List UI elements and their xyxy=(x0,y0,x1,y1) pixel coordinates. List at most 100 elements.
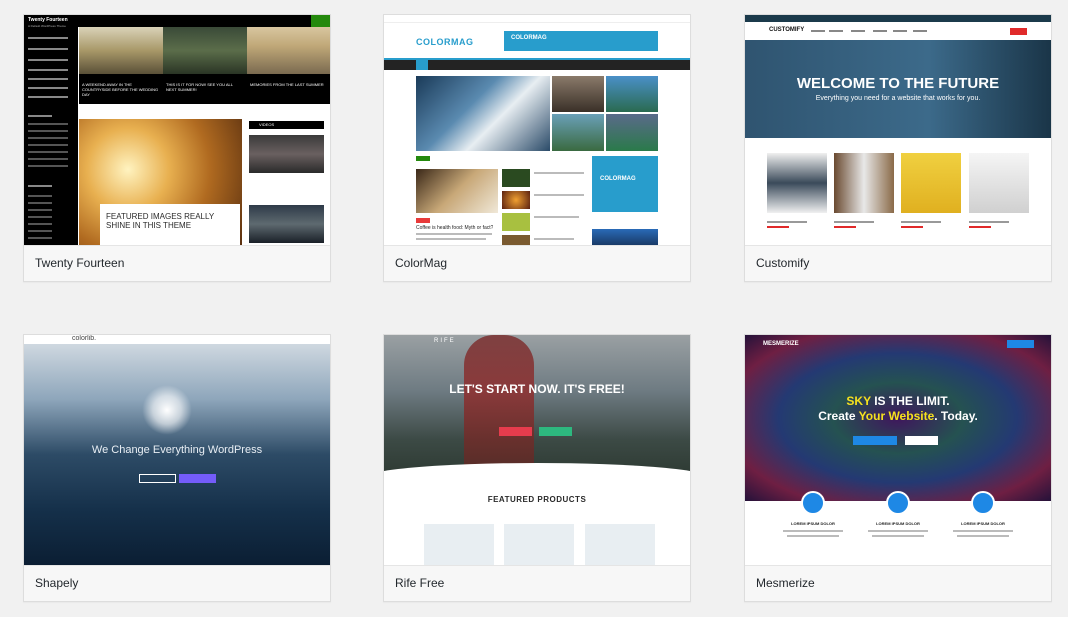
product-card xyxy=(585,524,655,565)
theme-name: Rife Free xyxy=(384,565,690,601)
sidebar-line xyxy=(28,144,68,146)
post-thumbnail xyxy=(606,76,658,112)
site-logo: MESMERIZE xyxy=(763,341,799,347)
rating-stars xyxy=(834,226,856,228)
nav-item xyxy=(893,30,907,32)
product-image xyxy=(767,153,827,213)
small-thumbnail xyxy=(502,213,530,231)
post-title-box: FEATURED IMAGES REALLY SHINE IN THIS THE… xyxy=(100,204,240,245)
site-logo: COLORMAG xyxy=(416,37,474,47)
sidebar-image xyxy=(592,229,658,245)
sidebar-line xyxy=(28,130,68,132)
top-bar xyxy=(745,15,1051,22)
sidebar-menu-item xyxy=(28,87,68,89)
featured-tile-image xyxy=(79,27,163,74)
post-image xyxy=(416,169,498,213)
small-thumbnail xyxy=(502,191,530,209)
nav-item xyxy=(913,30,927,32)
text-line xyxy=(872,535,924,537)
rating-stars xyxy=(901,226,923,228)
product-card xyxy=(424,524,494,565)
nav-item xyxy=(811,30,825,32)
feature-icon xyxy=(801,491,825,515)
text-line xyxy=(534,238,574,240)
text-line xyxy=(534,216,579,218)
theme-name: Twenty Fourteen xyxy=(24,245,330,281)
main-nav xyxy=(384,58,690,70)
text-line xyxy=(868,530,928,532)
theme-card-mesmerize[interactable]: MESMERIZE SKY IS THE LIMIT. Create Your … xyxy=(744,334,1052,602)
sun-glow xyxy=(142,385,192,435)
sidebar-widget-title xyxy=(28,115,52,117)
nav-item xyxy=(851,30,865,32)
theme-card-customify[interactable]: CUSTOMIFY WELCOME TO THE FUTURE Everythi… xyxy=(744,14,1052,282)
theme-screenshot[interactable]: RIFE LET'S START NOW. IT'S FREE! FEATURE… xyxy=(384,335,690,565)
hero-person xyxy=(464,335,534,475)
post-thumbnail xyxy=(552,114,604,151)
hero-button-outline xyxy=(139,474,176,483)
theme-name: Mesmerize xyxy=(745,565,1051,601)
sidebar-menu-item xyxy=(28,78,68,80)
sidebar-line xyxy=(28,123,68,125)
text-line xyxy=(787,535,839,537)
hero-banner: WELCOME TO THE FUTURE Everything you nee… xyxy=(745,40,1051,138)
product-title xyxy=(969,221,1009,223)
header xyxy=(24,335,330,344)
feature-title: LOREM IPSUM DOLOR xyxy=(876,521,920,526)
hero-text: . Today. xyxy=(934,409,978,423)
video-thumbnail xyxy=(249,135,324,173)
header-button xyxy=(1010,28,1027,35)
widget-title-bar: VIDEOS xyxy=(249,121,324,129)
text-line xyxy=(783,530,843,532)
header-button xyxy=(1007,340,1034,348)
sidebar: Twenty Fourteen A Default WordPress Them… xyxy=(24,15,78,245)
theme-screenshot[interactable]: Twenty Fourteen A Default WordPress Them… xyxy=(24,15,330,245)
hero-title: LET'S START NOW. IT'S FREE! xyxy=(449,382,625,396)
hero-text: Create xyxy=(818,409,859,423)
product-image xyxy=(969,153,1029,213)
hero-text: IS THE LIMIT. xyxy=(870,394,950,408)
theme-card-shapely[interactable]: colorlib. We Change Everything WordPress… xyxy=(23,334,331,602)
hero-button-primary xyxy=(179,474,216,483)
text-line xyxy=(416,233,492,235)
theme-screenshot[interactable]: COLORMAG COLORMAG Coffee is health food:… xyxy=(384,15,690,245)
small-thumbnail xyxy=(502,169,530,187)
sidebar-menu-item xyxy=(28,69,68,71)
product-title xyxy=(901,221,941,223)
hero-title: WELCOME TO THE FUTURE xyxy=(796,75,1000,92)
theme-name: ColorMag xyxy=(384,245,690,281)
featured-tile-caption: MEMORIES FROM THE LAST SUMMER xyxy=(247,74,330,104)
sidebar-line xyxy=(28,137,68,139)
sidebar-line xyxy=(28,158,68,160)
theme-card-colormag[interactable]: COLORMAG COLORMAG Coffee is health food:… xyxy=(383,14,691,282)
header-ad: COLORMAG xyxy=(504,31,658,51)
post-thumbnail xyxy=(552,76,604,112)
theme-name: Customify xyxy=(745,245,1051,281)
hero-highlight: SKY xyxy=(846,394,871,408)
text-line xyxy=(416,238,486,240)
hero-button-red xyxy=(499,427,532,436)
sidebar-menu-item xyxy=(28,48,68,50)
video-thumbnail xyxy=(249,205,324,243)
theme-card-twenty-fourteen[interactable]: Twenty Fourteen A Default WordPress Them… xyxy=(23,14,331,282)
theme-screenshot[interactable]: MESMERIZE SKY IS THE LIMIT. Create Your … xyxy=(745,335,1051,565)
hero-title-line2: Create Your Website. Today. xyxy=(745,409,1051,423)
sidebar-widget-title xyxy=(28,185,52,187)
theme-screenshot[interactable]: colorlib. We Change Everything WordPress xyxy=(24,335,330,565)
text-line xyxy=(534,172,584,174)
hero-subtitle: Everything you need for a website that w… xyxy=(815,95,981,102)
tagline: A Default WordPress Theme xyxy=(28,24,66,28)
product-title xyxy=(767,221,807,223)
widget-title: VIDEOS xyxy=(259,122,275,127)
theme-card-rife-free[interactable]: RIFE LET'S START NOW. IT'S FREE! FEATURE… xyxy=(383,334,691,602)
search-toggle xyxy=(311,15,330,27)
post-headline: Coffee is health food: Myth or fact? xyxy=(416,225,494,231)
featured-tile-image xyxy=(163,27,247,74)
product-title xyxy=(834,221,874,223)
feature-title: LOREM IPSUM DOLOR xyxy=(791,521,835,526)
nav-item xyxy=(873,30,887,32)
site-logo: CUSTOMIFY xyxy=(769,27,805,33)
theme-screenshot[interactable]: CUSTOMIFY WELCOME TO THE FUTURE Everythi… xyxy=(745,15,1051,245)
hero-title-line1: SKY IS THE LIMIT. xyxy=(745,394,1051,408)
sidebar-line xyxy=(28,230,52,232)
